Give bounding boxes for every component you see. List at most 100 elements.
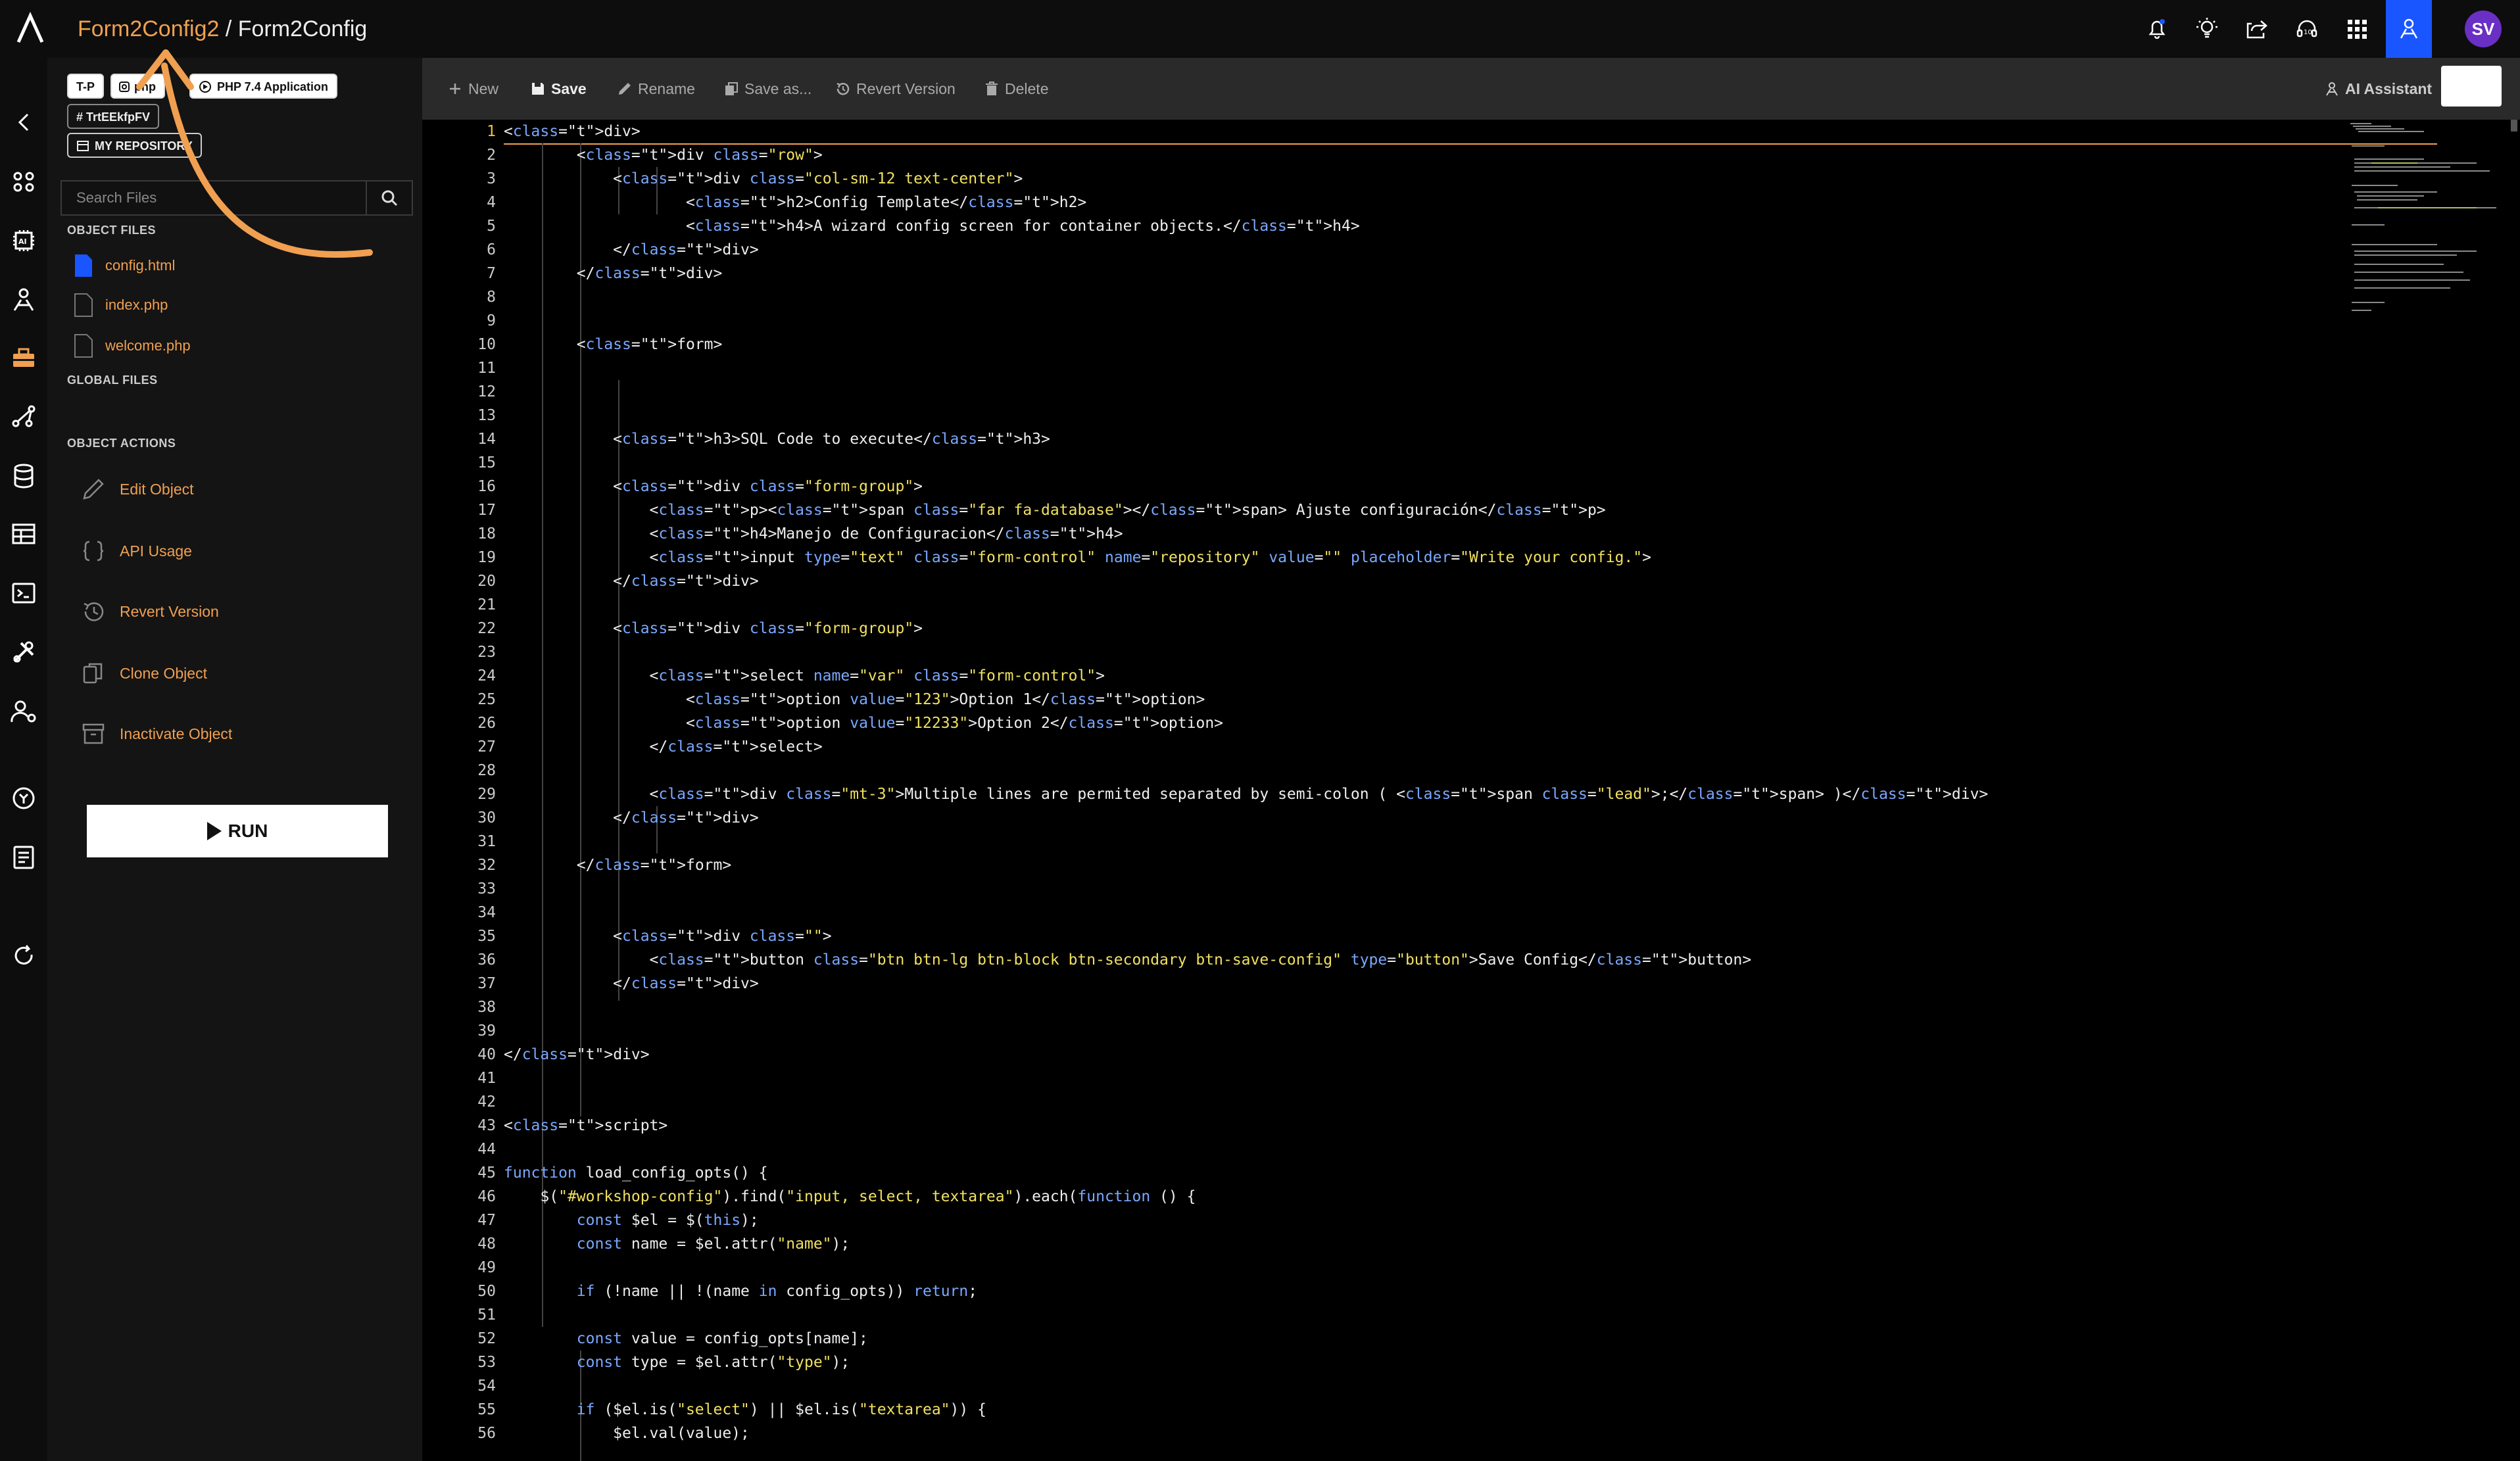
breadcrumb-parent[interactable]: Form2Config2 xyxy=(78,16,219,41)
line-number: 2 xyxy=(487,147,496,164)
collapse-chevron-icon[interactable] xyxy=(5,104,42,141)
code-line: ​ xyxy=(504,877,2345,901)
save-button[interactable]: Save xyxy=(530,58,587,120)
dashboard-icon[interactable] xyxy=(5,163,42,200)
ai-assistant-button[interactable]: AI Assistant xyxy=(2324,58,2432,120)
ai-chip-icon[interactable]: AI xyxy=(5,222,42,259)
save-icon xyxy=(532,83,544,95)
revert-version-action[interactable]: Revert Version xyxy=(80,593,219,630)
save-as-label: Save as... xyxy=(744,80,812,97)
line-number: 33 xyxy=(477,880,496,898)
tag-language-label: php xyxy=(134,80,156,93)
toolbox-icon[interactable] xyxy=(5,339,42,376)
file-name: config.html xyxy=(105,257,176,274)
code-line: </class="t">div> xyxy=(504,573,759,590)
line-number: 18 xyxy=(477,525,496,542)
play-icon xyxy=(206,822,222,840)
rename-label: Rename xyxy=(638,80,695,97)
avatar[interactable]: SV xyxy=(2465,11,2502,47)
code-line: ​ xyxy=(504,1256,2345,1280)
lightbulb-icon[interactable] xyxy=(2186,8,2228,50)
file-icon xyxy=(74,293,93,317)
table-icon[interactable] xyxy=(5,515,42,552)
support-icon[interactable]: 10 xyxy=(2286,8,2328,50)
line-number: 22 xyxy=(477,620,496,637)
agent-icon[interactable] xyxy=(5,281,42,318)
run-button[interactable]: RUN xyxy=(87,805,388,857)
code-line: <class="t">div class="row"> xyxy=(504,147,823,164)
database-icon[interactable] xyxy=(5,458,42,494)
line-number: 39 xyxy=(477,1022,496,1040)
tag-language[interactable]: php xyxy=(110,74,165,99)
code-line: if (!name || !(name in config_opts)) ret… xyxy=(576,1283,978,1300)
tag-object-id[interactable]: # TrtEEkfpFV xyxy=(67,104,160,129)
code-line: ​ xyxy=(504,1066,2345,1090)
terminal-icon[interactable] xyxy=(5,575,42,611)
code-editor[interactable]: 1 2 3 4 5 6 7 8 9 10 11 12 13 14 15 16 17 18 19 20 21 22 23 24 2… xyxy=(422,120,2520,1461)
file-item[interactable]: index.php xyxy=(74,289,168,321)
new-label: New xyxy=(468,80,499,97)
line-number: 23 xyxy=(477,644,496,661)
history-icon xyxy=(84,602,104,621)
pencil-icon xyxy=(83,479,104,500)
code-line: ​ xyxy=(504,1019,2345,1043)
search-input[interactable] xyxy=(62,181,366,214)
code-line: <class="t">form> xyxy=(504,336,723,353)
code-line: <class="t">div class="form-group"> xyxy=(504,620,923,637)
line-number: 48 xyxy=(477,1235,496,1253)
history-icon xyxy=(836,82,850,95)
left-rail: AI xyxy=(0,58,47,1461)
code-line: ​ xyxy=(504,830,2345,853)
delete-button[interactable]: Delete xyxy=(984,58,1048,120)
tools-icon[interactable] xyxy=(5,634,42,671)
tag-runtime[interactable]: PHP 7.4 Application xyxy=(189,74,338,99)
action-label: API Usage xyxy=(120,542,192,560)
refresh-icon[interactable] xyxy=(5,938,42,974)
code-line: <class="t">h4>Manejo de Configuracion</c… xyxy=(504,525,1123,542)
share-icon[interactable] xyxy=(2236,8,2278,50)
code-line: <class="t">h4>A wizard config screen for… xyxy=(504,218,1360,235)
code-minimap[interactable] xyxy=(2345,120,2520,330)
file-item[interactable]: welcome.php xyxy=(74,330,191,362)
code-line: ​ xyxy=(504,1374,2345,1398)
tag-runtime-label: PHP 7.4 Application xyxy=(217,80,329,93)
inactivate-object-action[interactable]: Inactivate Object xyxy=(80,715,232,752)
rename-button[interactable]: Rename xyxy=(617,58,695,120)
line-number: 8 xyxy=(487,289,496,306)
line-number: 10 xyxy=(477,336,496,353)
delete-label: Delete xyxy=(1005,80,1049,97)
apps-grid-icon[interactable] xyxy=(2336,8,2378,50)
action-label: Revert Version xyxy=(120,602,219,620)
code-line: ​ xyxy=(504,309,2345,333)
code-line: const name = $el.attr("name"); xyxy=(576,1235,850,1253)
app-logo-icon[interactable] xyxy=(9,8,51,50)
line-number: 4 xyxy=(487,194,496,211)
support-circle-icon[interactable] xyxy=(5,780,42,817)
line-number: 20 xyxy=(477,573,496,590)
code-line: <class="t">input type="text" class="form… xyxy=(504,549,1651,566)
bell-icon[interactable] xyxy=(2136,8,2178,50)
toolbar-blank-button[interactable] xyxy=(2441,66,2502,107)
trash-icon xyxy=(986,82,998,95)
api-usage-action[interactable]: API Usage xyxy=(80,533,192,569)
tag-type[interactable]: T-P xyxy=(67,74,105,99)
revert-version-button[interactable]: Revert Version xyxy=(835,58,956,120)
line-number: 47 xyxy=(477,1212,496,1229)
code-line: <class="t">p><class="t">span class="far … xyxy=(504,502,1606,519)
save-as-button[interactable]: Save as... xyxy=(723,58,812,120)
clone-object-action[interactable]: Clone Object xyxy=(80,655,207,692)
file-item[interactable]: config.html xyxy=(74,250,175,281)
new-button[interactable]: New xyxy=(447,58,498,120)
tag-repository[interactable]: MY REPOSITORY xyxy=(67,133,202,158)
docs-icon[interactable] xyxy=(5,839,42,876)
sidebar: T-P php PHP 7.4 Application # TrtEEkfpFV… xyxy=(47,58,422,1461)
line-number: 9 xyxy=(487,312,496,329)
code-line: <class="t">select name="var" class="form… xyxy=(504,667,1105,684)
user-settings-icon[interactable] xyxy=(5,693,42,730)
line-number: 49 xyxy=(477,1259,496,1276)
edit-object-action[interactable]: Edit Object xyxy=(80,471,194,508)
workflow-icon[interactable] xyxy=(5,398,42,435)
line-number: 51 xyxy=(477,1306,496,1324)
ai-user-icon[interactable] xyxy=(2386,0,2432,58)
search-button[interactable] xyxy=(366,181,412,214)
